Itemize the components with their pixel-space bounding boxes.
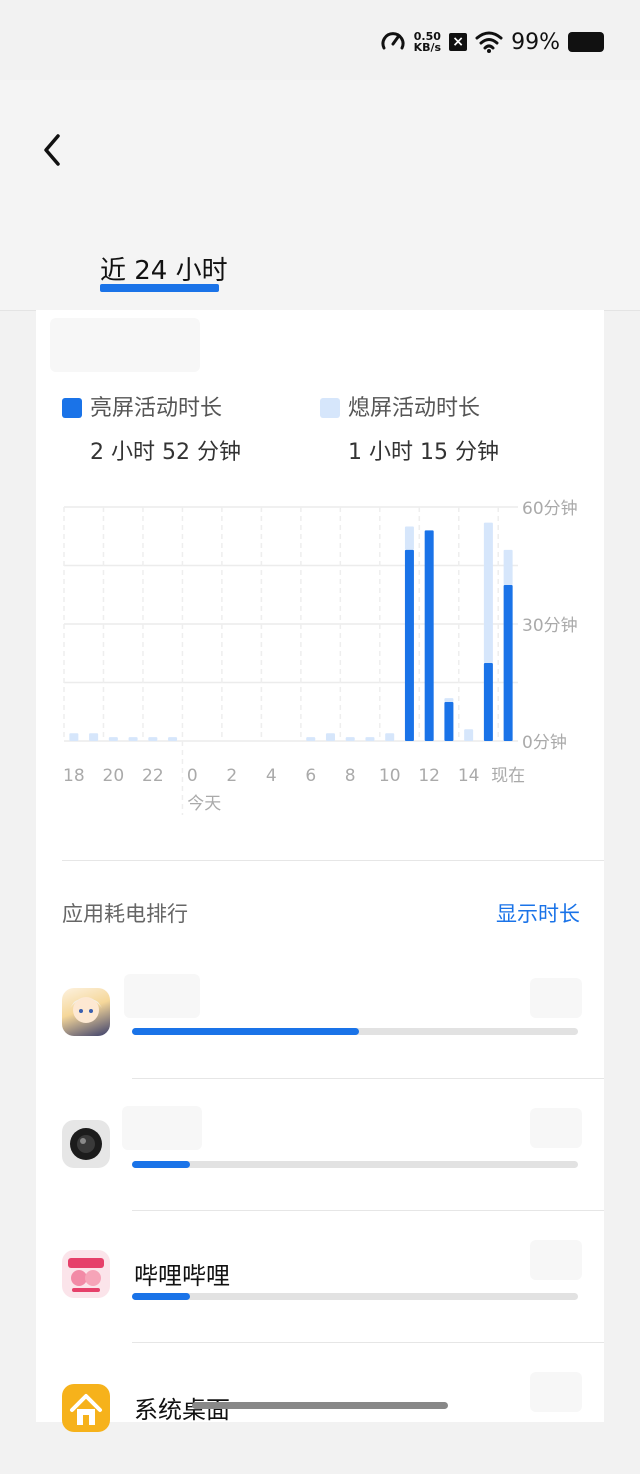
y-tick-label: 30分钟 [522,616,578,636]
tab-indicator [100,284,219,292]
legend-screen-off-value: 1 小时 15 分钟 [348,440,499,465]
x-tick-label: 0 [187,766,198,786]
x-tick-label: 10 [379,766,401,786]
legend-screen-on-value: 2 小时 52 分钟 [90,440,241,465]
ranking-title: 应用耗电排行 [62,902,188,926]
row-divider [132,1078,604,1079]
bar-screen-off [464,729,474,741]
usage-bar-fill [132,1161,190,1168]
bar-screen-off [444,698,454,702]
bar-screen-off [148,737,158,741]
network-speed-unit: KB/s [413,41,442,54]
back-arrow-icon[interactable] [40,132,64,168]
usage-card: 亮屏活动时长 2 小时 52 分钟 熄屏活动时长 1 小时 15 分钟 60分钟… [36,310,604,1432]
usage-bar-track [132,1028,578,1035]
usage-bar-fill [132,1028,360,1035]
battery-icon [568,32,604,52]
app-value-placeholder [530,1240,582,1280]
x-tick-label: 18 [63,766,85,786]
show-duration-link[interactable]: 显示时长 [496,898,580,928]
bar-screen-off [385,733,395,741]
legend-swatch-screen-off [320,398,340,418]
bar-screen-off [365,737,375,741]
page-header: 近 24 小时 [0,80,640,311]
genshin-app-icon [62,988,110,1036]
x-sub-label-today: 今天 [187,794,221,814]
row-divider [132,1210,604,1211]
app-value-placeholder [530,1372,582,1412]
x-tick-label: 14 [458,766,480,786]
legend-screen-off: 熄屏活动时长 1 小时 15 分钟 [320,390,499,466]
app-name: 哔哩哔哩 [134,1262,230,1290]
app-row[interactable] [36,1080,604,1211]
speedometer-icon [381,32,405,50]
network-speed: 0.50 KB/s [414,31,441,53]
y-tick-label: 60分钟 [522,499,578,519]
bar-screen-off [325,733,335,741]
legend-swatch-screen-on [62,398,82,418]
wifi-icon [475,31,503,53]
y-tick-label: 0分钟 [522,733,567,753]
sim-disabled-icon: × [449,33,468,51]
status-bar: 0.50 KB/s × 99% [0,0,640,80]
legend-screen-off-label: 熄屏活动时长 [348,396,481,421]
row-divider [132,1342,604,1343]
bar-screen-on [503,585,513,741]
x-tick-label: 现在 [491,766,525,786]
legend-screen-on-label: 亮屏活动时长 [90,396,223,421]
usage-chart: 60分钟 30分钟 0分钟 18 20 22 0 2 4 6 8 10 12 14 现在今天 [63,499,578,815]
camera-app-icon [62,1120,110,1168]
app-name-placeholder [124,974,200,1018]
summary-placeholder [50,318,200,372]
usage-bar-track [132,1293,578,1300]
x-tick-label: 6 [305,766,316,786]
bar-screen-off [503,549,513,585]
bar-screen-off [483,522,493,663]
home-launcher-icon [62,1384,110,1432]
section-divider [62,860,604,861]
bar-screen-on [483,663,493,741]
home-indicator[interactable] [192,1402,448,1409]
bilibili-app-icon [62,1250,110,1298]
bar-screen-on [424,530,434,741]
bar-screen-off [69,733,79,741]
x-tick-label: 8 [345,766,356,786]
bar-screen-on [444,702,454,741]
bar-screen-off [128,737,138,741]
bar-screen-off [345,737,355,741]
app-name-placeholder [122,1106,202,1150]
x-tick-label: 12 [418,766,440,786]
app-row[interactable] [36,950,604,1080]
bar-screen-on [404,549,414,741]
bar-screen-off [168,737,178,741]
bar-screen-off [404,526,414,550]
app-row[interactable]: 系统桌面 [36,1344,604,1474]
legend-screen-on: 亮屏活动时长 2 小时 52 分钟 [62,390,241,466]
usage-bar-track [132,1161,578,1168]
x-tick-label: 2 [226,766,237,786]
tab-last-24-hours[interactable]: 近 24 小时 [100,250,228,287]
app-row[interactable]: 哔哩哔哩 [36,1212,604,1343]
x-tick-label: 4 [266,766,277,786]
bar-screen-off [306,737,316,741]
app-value-placeholder [530,1108,582,1148]
usage-bar-fill [132,1293,190,1300]
bar-screen-off [89,733,99,741]
x-tick-label: 22 [142,766,164,786]
x-tick-label: 20 [103,766,125,786]
app-value-placeholder [530,978,582,1018]
bar-screen-off [108,737,118,741]
battery-percent: 99% [511,29,560,55]
